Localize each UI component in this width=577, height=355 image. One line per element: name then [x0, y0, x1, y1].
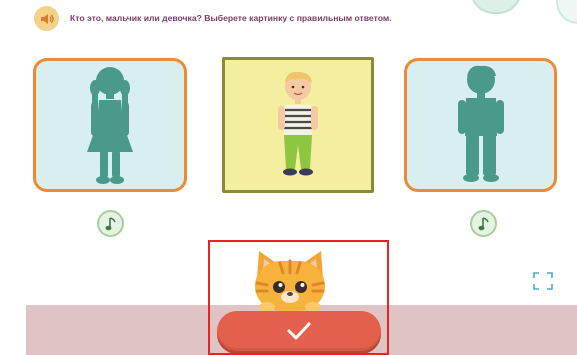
answer-card-boy-picture[interactable]	[222, 57, 374, 193]
top-decoration-circle	[556, 0, 577, 24]
music-note-icon	[105, 216, 116, 230]
play-sound-right-button[interactable]	[470, 210, 497, 237]
speaker-icon	[40, 13, 54, 24]
answer-card-girl[interactable]	[33, 58, 187, 192]
boy-illustration	[278, 71, 318, 176]
speaker-button[interactable]	[34, 6, 59, 31]
music-note-icon	[478, 216, 489, 230]
fullscreen-icon	[533, 272, 553, 290]
question-prompt: Кто это, мальчик или девочка? Выберете к…	[70, 13, 392, 23]
highlight-box	[208, 240, 389, 355]
answer-card-boy[interactable]	[404, 58, 557, 192]
fullscreen-button[interactable]	[533, 272, 553, 290]
top-decoration	[470, 0, 522, 14]
play-sound-left-button[interactable]	[97, 210, 124, 237]
girl-silhouette	[87, 67, 133, 184]
boy-silhouette	[457, 65, 504, 182]
